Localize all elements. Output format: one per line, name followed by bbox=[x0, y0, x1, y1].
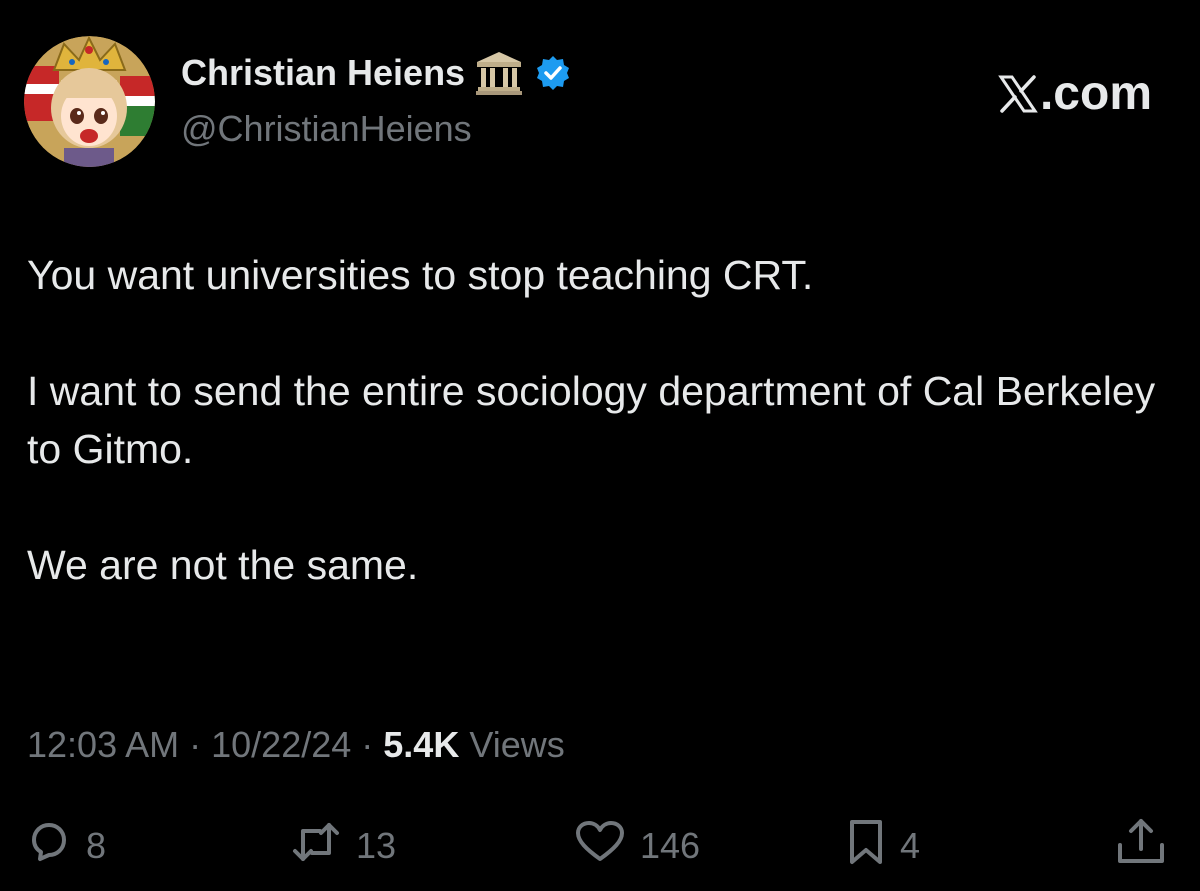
tweet-meta: 12:03 AM · 10/22/24 · 5.4K Views bbox=[27, 724, 565, 766]
brand-suffix: .com bbox=[1039, 67, 1152, 120]
bookmark-count: 4 bbox=[900, 825, 921, 866]
avatar[interactable] bbox=[24, 36, 155, 167]
author-name-text: Christian Heiens bbox=[181, 52, 466, 93]
reply-icon bbox=[26, 819, 72, 874]
classical-building-icon bbox=[475, 50, 523, 96]
avatar-image bbox=[24, 36, 155, 167]
meta-separator: · bbox=[361, 724, 384, 765]
bookmark-icon bbox=[846, 818, 886, 875]
author-handle[interactable]: @ChristianHeiens bbox=[181, 108, 472, 150]
tweet-text: You want universities to stop teaching C… bbox=[27, 246, 1157, 594]
repost-button[interactable]: 13 bbox=[290, 816, 396, 876]
heart-icon bbox=[574, 819, 626, 874]
reply-button[interactable]: 8 bbox=[26, 816, 106, 876]
share-button[interactable] bbox=[1114, 816, 1168, 876]
reply-count: 8 bbox=[86, 825, 107, 866]
like-count: 146 bbox=[640, 825, 701, 866]
verified-badge-icon[interactable] bbox=[535, 55, 571, 91]
views-label: Views bbox=[469, 724, 565, 765]
x-logo-icon bbox=[998, 74, 1038, 114]
repost-icon bbox=[290, 819, 342, 874]
share-icon bbox=[1114, 817, 1168, 876]
tweet-date[interactable]: 10/22/24 bbox=[211, 724, 351, 765]
x-com-brand: .com bbox=[998, 66, 1152, 121]
bookmark-button[interactable]: 4 bbox=[846, 816, 920, 876]
tweet-paragraph: I want to send the entire sociology depa… bbox=[27, 368, 1156, 472]
tweet-time[interactable]: 12:03 AM bbox=[27, 724, 179, 765]
like-button[interactable]: 146 bbox=[574, 816, 700, 876]
repost-count: 13 bbox=[356, 825, 397, 866]
meta-separator: · bbox=[189, 724, 212, 765]
views-count: 5.4K bbox=[383, 724, 470, 765]
tweet-paragraph: We are not the same. bbox=[27, 542, 419, 588]
tweet-paragraph: You want universities to stop teaching C… bbox=[27, 252, 814, 298]
author-display-name[interactable]: Christian Heiens bbox=[181, 50, 571, 96]
action-bar: 8 13 146 4 bbox=[0, 816, 1200, 876]
